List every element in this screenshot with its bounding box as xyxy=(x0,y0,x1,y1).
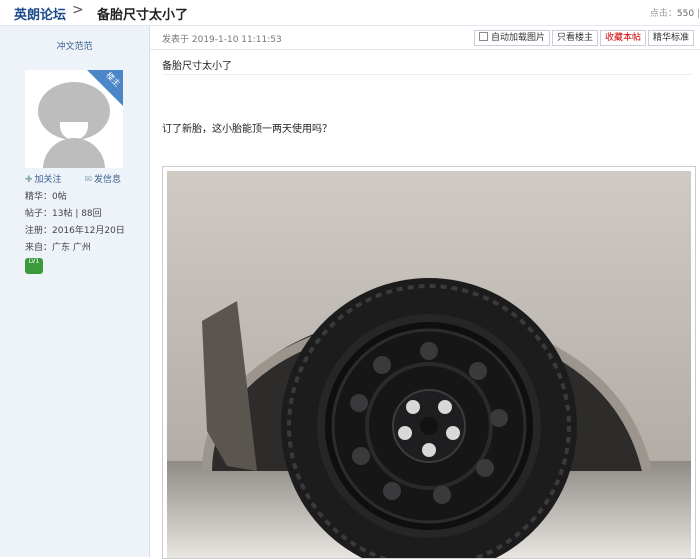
checkbox-icon xyxy=(478,32,488,41)
post-subject: 备胎尺寸太小了 xyxy=(162,61,232,72)
post-time: 发表于 2019-1-10 11:11:53 xyxy=(162,35,282,45)
breadcrumb-separator: > xyxy=(72,2,84,18)
forum-link[interactable]: 英朗论坛 xyxy=(14,4,66,23)
follow-button[interactable]: ✚ 加关注 xyxy=(25,175,72,185)
mail-icon: ✉ xyxy=(84,175,92,185)
author-name[interactable]: 冲文范范 xyxy=(0,39,149,52)
author-panel: 冲文范范 楼主 ✚ 加关注 ✉ 发信息 精华：0帖 帖子：13帖 | 88回 注册：… xyxy=(0,26,150,557)
top-bar: 英朗论坛 > 备胎尺寸太小了 点击：550 | xyxy=(0,0,700,26)
follow-label: 加关注 xyxy=(34,175,62,185)
post-area: 发表于 2019-1-10 11:11:53 自动加载图片 只看楼主 收藏本帖 … xyxy=(150,26,700,559)
plus-icon: ✚ xyxy=(25,175,33,185)
level-badge: LV1 xyxy=(25,258,43,274)
subject-divider xyxy=(162,74,692,75)
tire-photo xyxy=(167,171,691,558)
author-actions: ✚ 加关注 ✉ 发信息 xyxy=(25,172,141,185)
message-label: 发信息 xyxy=(93,175,121,185)
post-toolbar: 发表于 2019-1-10 11:11:53 自动加载图片 只看楼主 收藏本帖 … xyxy=(150,26,700,50)
info-posts: 帖子：13帖 | 88回 xyxy=(25,209,102,219)
post-image-frame xyxy=(162,166,696,559)
post-buttons: 自动加载图片 只看楼主 收藏本帖 精华标准 xyxy=(472,30,694,46)
post-image[interactable] xyxy=(167,171,691,558)
level-badge-label: LV1 xyxy=(28,258,40,265)
info-digest: 精华：0帖 xyxy=(25,192,67,202)
info-location: 来自：广东 广州 xyxy=(25,243,91,253)
view-stats: 点击：550 | xyxy=(650,6,700,19)
only-op-button[interactable]: 只看楼主 xyxy=(551,30,598,46)
favorite-button[interactable]: 收藏本帖 xyxy=(599,30,646,46)
stats-label: 点击： xyxy=(649,9,677,19)
author-info: 精华：0帖 帖子：13帖 | 88回 注册：2016年12月20日 来自：广东 … xyxy=(25,189,125,257)
message-button[interactable]: ✉ 发信息 xyxy=(84,175,131,185)
post-content: 订了新胎，这小胎能顶一两天使用吗？ xyxy=(162,124,332,135)
auto-load-images-toggle[interactable]: 自动加载图片 xyxy=(473,30,550,46)
stats-value: 550 xyxy=(676,9,695,19)
info-registered: 注册：2016年12月20日 xyxy=(25,226,125,236)
best-standard-button[interactable]: 精华标准 xyxy=(647,30,694,46)
avatar-body xyxy=(43,138,105,168)
thread-title: 备胎尺寸太小了 xyxy=(97,8,189,23)
auto-load-label: 自动加载图片 xyxy=(490,33,545,43)
avatar[interactable]: 楼主 xyxy=(25,70,123,168)
